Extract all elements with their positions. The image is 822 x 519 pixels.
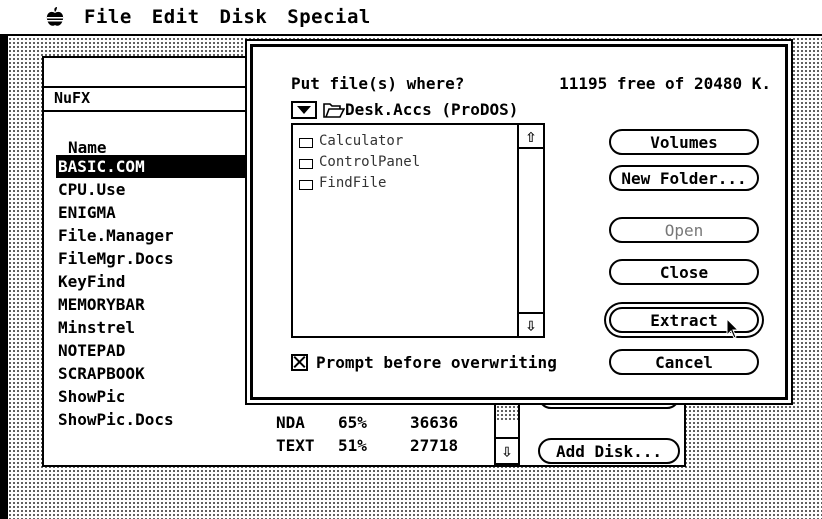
folder-icon bbox=[299, 137, 313, 148]
apple-icon[interactable] bbox=[44, 6, 66, 28]
dialog-prompt: Put file(s) where? bbox=[291, 74, 465, 93]
list-item[interactable]: FileMgr.Docs bbox=[56, 247, 276, 270]
new-folder-button[interactable]: New Folder... bbox=[609, 165, 759, 191]
file-size: 36636 bbox=[410, 413, 459, 432]
list-item[interactable]: File.Manager bbox=[56, 224, 276, 247]
list-item[interactable]: KeyFind bbox=[56, 270, 276, 293]
cancel-button[interactable]: Cancel bbox=[609, 349, 759, 375]
popup-arrow-icon[interactable] bbox=[291, 100, 317, 119]
list-item[interactable]: FindFile bbox=[299, 173, 420, 194]
mouse-pointer-icon bbox=[726, 318, 740, 339]
list-item[interactable]: Minstrel bbox=[56, 316, 276, 339]
archive-file-list: BASIC.COM CPU.Use ENIGMA File.Manager Fi… bbox=[56, 155, 276, 431]
list-item[interactable]: NOTEPAD bbox=[56, 339, 276, 362]
extract-dialog: Put file(s) where? 11195 free of 20480 K… bbox=[250, 44, 788, 400]
close-button[interactable]: Close bbox=[609, 259, 759, 285]
current-folder-name: Desk.Accs (ProDOS) bbox=[345, 100, 519, 119]
folder-icon bbox=[299, 179, 313, 190]
list-item[interactable]: SCRAPBOOK bbox=[56, 362, 276, 385]
list-item[interactable]: MEMORYBAR bbox=[56, 293, 276, 316]
file-ratio: 65% bbox=[338, 413, 367, 432]
menu-special[interactable]: Special bbox=[287, 6, 371, 28]
scroll-down-arrow-icon[interactable]: ⇩ bbox=[496, 437, 518, 463]
add-disk-button[interactable]: Add Disk... bbox=[538, 438, 680, 464]
list-item[interactable]: ENIGMA bbox=[56, 201, 276, 224]
list-item[interactable]: Calculator bbox=[299, 131, 420, 152]
scroll-up-arrow-icon[interactable]: ⇧ bbox=[519, 125, 543, 149]
scroll-down-arrow-icon[interactable]: ⇩ bbox=[519, 312, 543, 336]
volumes-button[interactable]: Volumes bbox=[609, 129, 759, 155]
window-title-bar[interactable]: NuFX bbox=[44, 86, 272, 112]
file-ratio: 51% bbox=[338, 436, 367, 455]
menu-disk[interactable]: Disk bbox=[220, 6, 268, 28]
folder-file-list: Calculator ControlPanel FindFile ⇧ ⇩ bbox=[291, 123, 545, 338]
list-item[interactable]: ShowPic bbox=[56, 385, 276, 408]
menu-file[interactable]: File bbox=[84, 6, 132, 28]
menu-bar: File Edit Disk Special bbox=[0, 0, 822, 36]
window-title: NuFX bbox=[54, 89, 91, 107]
file-type: NDA bbox=[276, 413, 305, 432]
open-folder-icon bbox=[323, 102, 345, 118]
folder-icon bbox=[299, 158, 313, 169]
checkbox-label: Prompt before overwriting bbox=[316, 353, 557, 372]
menu-edit[interactable]: Edit bbox=[152, 6, 200, 28]
list-item[interactable]: ShowPic.Docs bbox=[56, 408, 276, 431]
overwrite-checkbox-row[interactable]: Prompt before overwriting bbox=[291, 353, 557, 372]
nufx-window: NuFX Name BASIC.COM CPU.Use ENIGMA File.… bbox=[42, 56, 276, 467]
list-item[interactable]: CPU.Use bbox=[56, 178, 276, 201]
file-list-scrollbar[interactable]: ⇧ ⇩ bbox=[517, 125, 543, 336]
overwrite-checkbox[interactable] bbox=[291, 354, 308, 371]
path-popup[interactable]: Desk.Accs (ProDOS) bbox=[291, 100, 518, 119]
list-item-label: Calculator bbox=[319, 133, 404, 149]
list-item-label: FindFile bbox=[319, 175, 387, 191]
open-button[interactable]: Open bbox=[609, 217, 759, 243]
screen-edge bbox=[0, 0, 8, 519]
list-item[interactable]: BASIC.COM bbox=[56, 155, 276, 178]
list-item-label: ControlPanel bbox=[319, 154, 421, 170]
free-space-label: 11195 free of 20480 K. bbox=[559, 74, 771, 93]
file-size: 27718 bbox=[410, 436, 459, 455]
list-item[interactable]: ControlPanel bbox=[299, 152, 420, 173]
file-type: TEXT bbox=[276, 436, 315, 455]
